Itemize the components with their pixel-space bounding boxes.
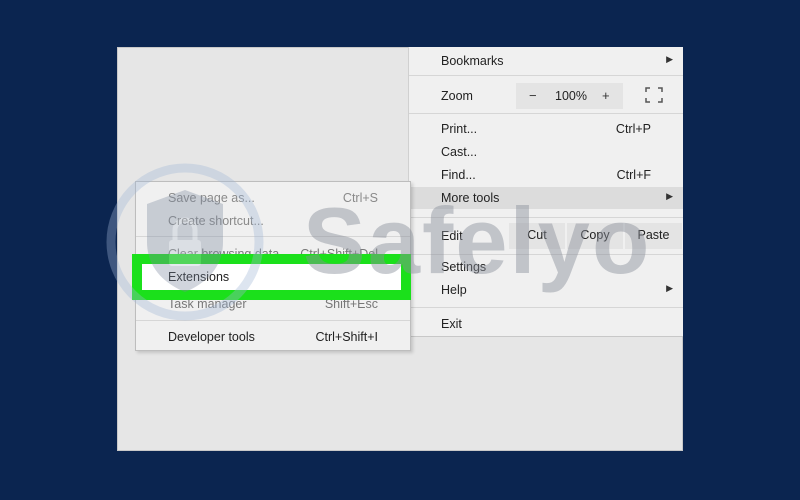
fullscreen-icon[interactable]: [645, 87, 663, 103]
menu-item-find[interactable]: Find... Ctrl+F: [409, 164, 683, 186]
menu-item-more-tools[interactable]: More tools ▶: [409, 187, 683, 209]
divider: [409, 254, 683, 255]
menu-item-bookmarks[interactable]: Bookmarks ▶: [409, 50, 683, 72]
divider: [409, 307, 683, 308]
menu-item-cast[interactable]: Cast...: [409, 141, 683, 163]
submenu-item-save-page[interactable]: Save page as... Ctrl+S: [136, 187, 410, 209]
zoom-label: Zoom: [441, 89, 473, 103]
zoom-in-button[interactable]: +: [602, 88, 610, 103]
copy-button[interactable]: Copy: [567, 223, 623, 249]
submenu-item-developer-tools[interactable]: Developer tools Ctrl+Shift+I: [136, 326, 410, 348]
cut-button[interactable]: Cut: [509, 223, 565, 249]
submenu-item-create-shortcut[interactable]: Create shortcut...: [136, 210, 410, 232]
zoom-out-button[interactable]: −: [529, 88, 537, 103]
divider: [136, 236, 410, 237]
menu-item-exit[interactable]: Exit: [409, 313, 683, 335]
submenu-arrow-icon: ▶: [666, 283, 673, 293]
paste-button[interactable]: Paste: [625, 223, 682, 249]
chrome-main-menu: Bookmarks ▶ Zoom − 100% + Print... Ctrl+…: [408, 47, 683, 337]
menu-item-settings[interactable]: Settings: [409, 256, 683, 278]
divider: [409, 113, 683, 114]
divider: [409, 217, 683, 218]
submenu-arrow-icon: ▶: [666, 191, 673, 201]
menu-edit-row: Edit Cut Copy Paste: [409, 223, 683, 249]
divider: [136, 320, 410, 321]
edit-label: Edit: [441, 229, 463, 243]
menu-zoom-row: Zoom − 100% +: [409, 83, 683, 109]
submenu-arrow-icon: ▶: [666, 54, 673, 64]
menu-item-help[interactable]: Help ▶: [409, 279, 683, 301]
zoom-level: 100%: [555, 89, 587, 103]
menu-item-print[interactable]: Print... Ctrl+P: [409, 118, 683, 140]
divider: [409, 75, 683, 76]
submenu-item-extensions[interactable]: Extensions: [132, 254, 411, 300]
